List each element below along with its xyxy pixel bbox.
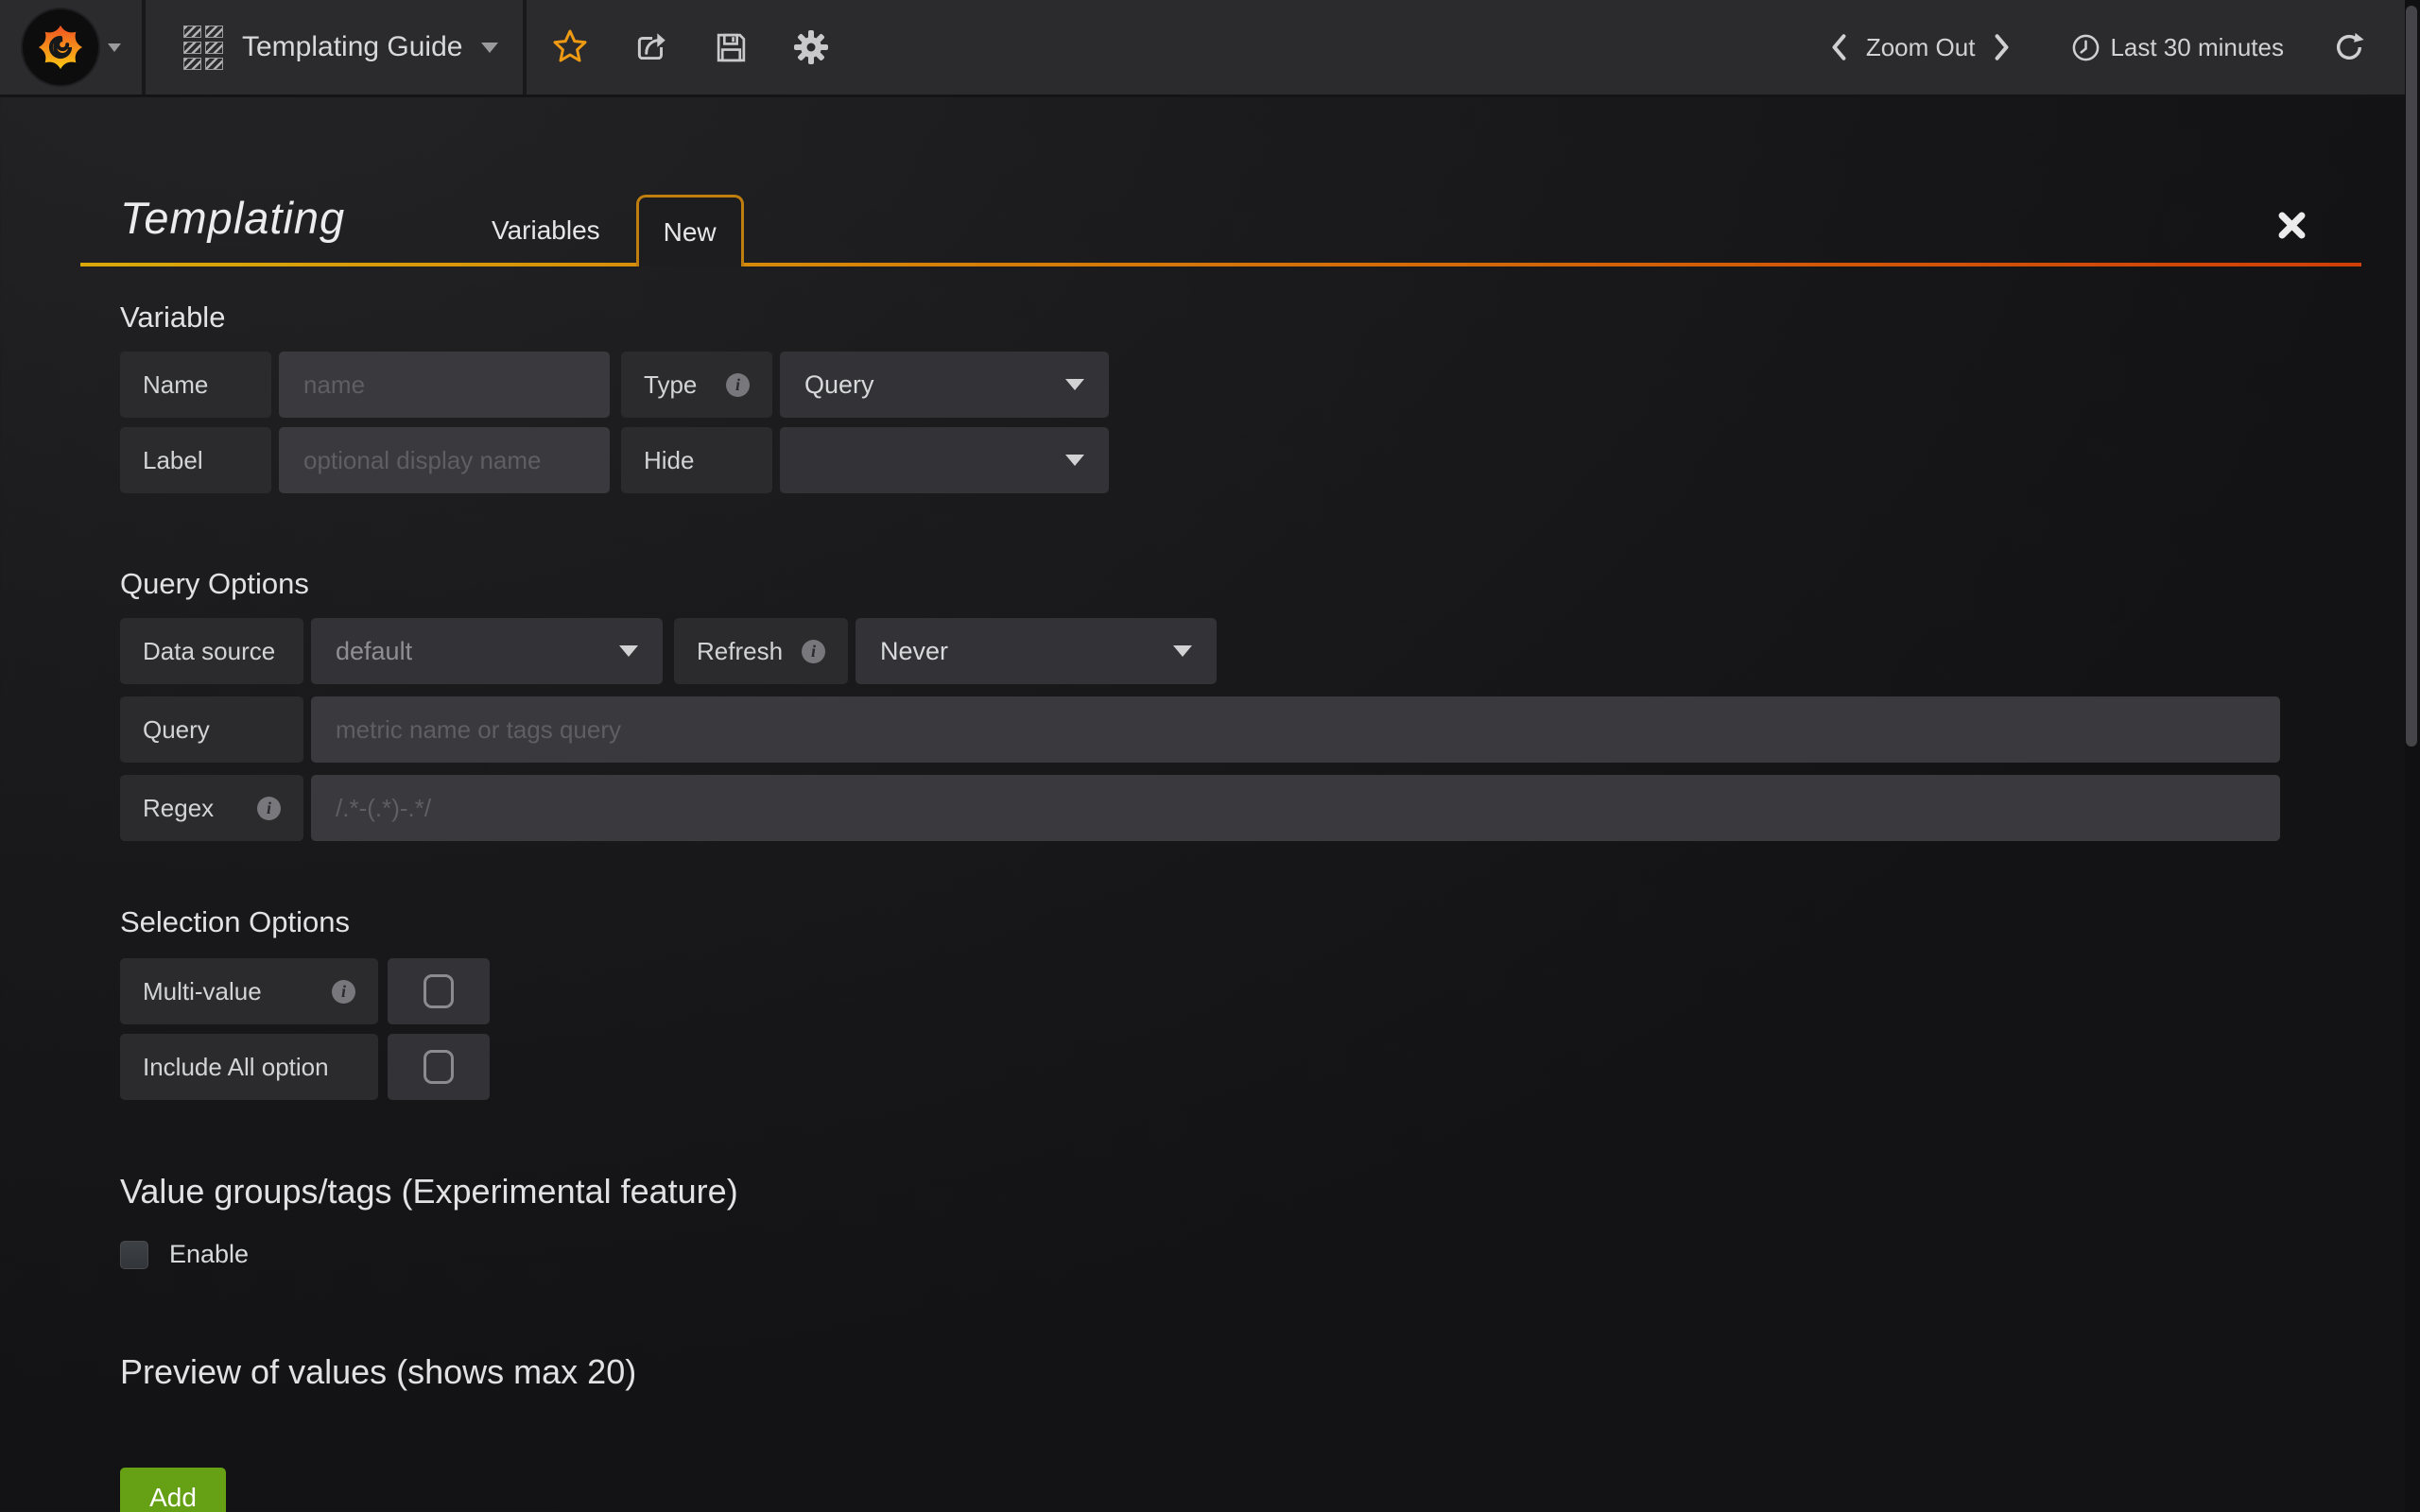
dashboard-picker[interactable]: Templating Guide [146,0,527,94]
share-button[interactable] [632,28,670,66]
time-shift-forward-button[interactable] [1994,33,2011,61]
save-icon [714,30,749,65]
regex-input[interactable] [311,775,2280,841]
name-label: Name [120,352,271,418]
navbar: Templating Guide [0,0,2420,97]
refresh-select[interactable]: Never [856,618,1217,684]
name-input[interactable] [279,352,610,418]
star-icon [551,28,589,66]
query-input[interactable] [311,696,2280,763]
include-all-checkbox[interactable] [388,1034,490,1100]
include-all-label: Include All option [120,1034,378,1100]
chevron-right-icon [1994,33,2011,61]
enable-checkbox[interactable] [120,1241,148,1269]
add-button[interactable]: Add [120,1468,226,1512]
info-icon[interactable] [332,980,355,1004]
dashboard-title: Templating Guide [242,31,462,63]
type-select[interactable]: Query [780,352,1109,418]
star-button[interactable] [551,28,589,66]
query-options-heading: Query Options [120,567,2280,601]
chevron-down-icon [619,645,638,657]
checkbox-icon [424,1050,454,1084]
chevron-down-icon [1065,379,1084,390]
settings-button[interactable] [792,28,830,66]
tab-variables[interactable]: Variables [456,195,636,266]
grafana-logo-icon [21,8,100,87]
hide-select[interactable] [780,427,1109,493]
info-icon[interactable] [726,373,750,397]
variable-heading: Variable [120,301,2280,335]
time-range-picker[interactable]: Last 30 minutes [2110,33,2284,62]
dashboard-grid-icon [183,26,223,70]
type-label: Type [621,352,772,418]
close-icon [2277,211,2307,240]
refresh-label: Refresh [674,618,848,684]
grafana-menu-button[interactable] [0,0,146,94]
tab-new[interactable]: New [636,195,744,266]
dashboard-actions [527,0,830,94]
chevron-down-icon [108,43,121,52]
close-button[interactable] [2277,211,2307,240]
page-title: Templating [120,192,345,244]
clock-icon [2071,33,2100,62]
selection-options-heading: Selection Options [120,905,2280,939]
share-icon [632,28,670,66]
zoom-out-button[interactable]: Zoom Out [1866,33,1976,62]
enable-label: Enable [169,1240,249,1269]
chevron-down-icon [1173,645,1192,657]
datasource-select[interactable]: default [311,618,663,684]
chevron-down-icon [1065,455,1084,466]
multi-value-checkbox[interactable] [388,958,490,1024]
info-icon[interactable] [257,797,281,820]
hide-label: Hide [621,427,772,493]
template-variable-editor: Variable Name Type Query Label Hide Quer… [0,301,2420,1512]
save-button[interactable] [714,30,749,65]
refresh-button[interactable] [2333,31,2365,63]
regex-label: Regex [120,775,303,841]
gear-icon [792,28,830,66]
checkbox-icon [424,974,454,1008]
info-icon[interactable] [802,640,825,663]
scrollbar-thumb[interactable] [2406,6,2417,747]
label-input[interactable] [279,427,610,493]
chevron-left-icon [1830,33,1847,61]
query-label: Query [120,696,303,763]
refresh-icon [2333,31,2365,63]
templating-header: Templating Variables New [80,97,2361,266]
chevron-down-icon [481,43,498,53]
preview-heading: Preview of values (shows max 20) [120,1352,2280,1392]
multi-value-label: Multi-value [120,958,378,1024]
value-groups-heading: Value groups/tags (Experimental feature) [120,1172,2280,1211]
header-accent-line [80,263,2361,266]
tab-bar: Variables New [456,195,744,266]
datasource-label: Data source [120,618,303,684]
scrollbar-track [2405,0,2420,1512]
time-shift-back-button[interactable] [1830,33,1847,61]
time-controls: Zoom Out Last 30 minutes [1830,0,2420,94]
label-label: Label [120,427,271,493]
